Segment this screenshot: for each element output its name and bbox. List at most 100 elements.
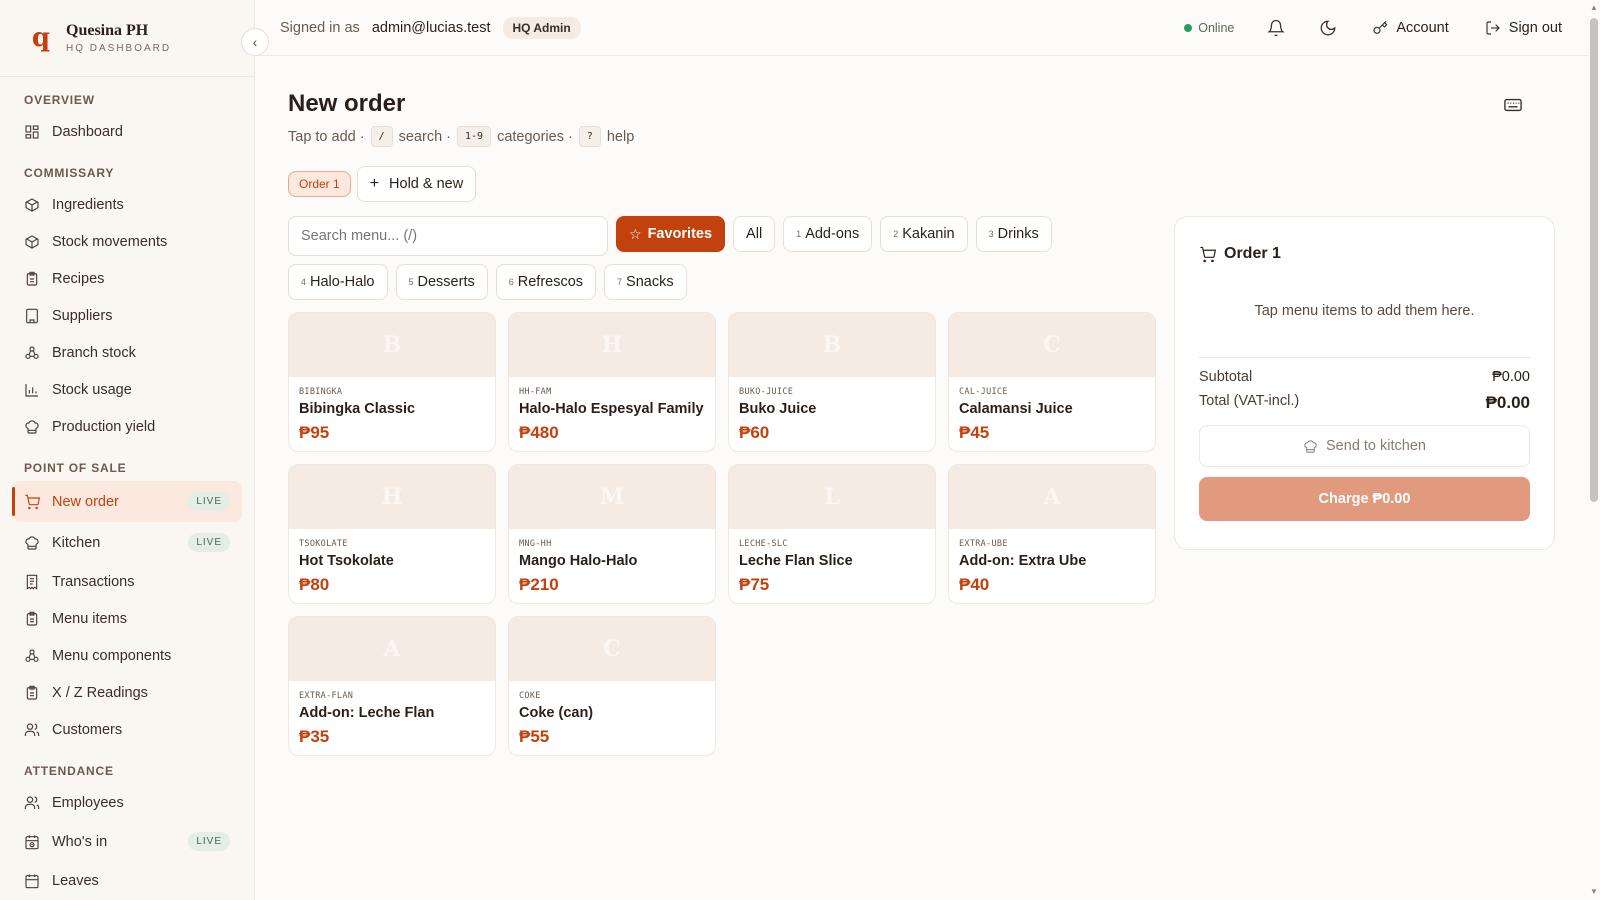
key-icon [1373,20,1388,34]
menu-item-card[interactable]: A EXTRA-UBE Add-on: Extra Ube ₱40 [948,464,1156,604]
charge-button[interactable]: Charge ₱0.00 [1199,477,1530,521]
chef-hat-icon [24,419,40,435]
menu-item-card[interactable]: C CAL-JUICE Calamansi Juice ₱45 [948,312,1156,452]
category-kakanin[interactable]: 2 Kakanin [880,216,968,252]
sidebar-item-stock-movements[interactable]: Stock movements [12,223,242,260]
menu-item-card[interactable]: M MNG-HH Mango Halo-Halo ₱210 [508,464,716,604]
menu-item-name: Leche Flan Slice [739,553,853,569]
branch-icon [24,648,40,664]
menu-item-image-placeholder: C [509,617,715,681]
order-panel-title: Order 1 [1224,245,1281,262]
sidebar-item-leaves[interactable]: Leaves [12,862,242,899]
sidebar-item-dashboard[interactable]: Dashboard [12,113,242,150]
sidebar-item-label: Suppliers [52,307,113,324]
hold-and-new-label: Hold & new [389,176,464,192]
receipt-icon [24,574,40,590]
chef-hat-icon [1304,439,1317,453]
account-link[interactable]: Account [1372,20,1449,36]
divider [1199,357,1530,358]
order-panel: Order 1 Tap menu items to add them here.… [1174,216,1555,550]
sidebar-item-who-s-in[interactable]: Who's in LIVE [12,821,242,862]
subtotal-row: Subtotal ₱0.00 [1199,369,1530,385]
nav-section-title: ATTENDANCE [24,764,114,778]
topbar: Signed in as admin@lucias.test HQ Admin … [256,0,1588,56]
kbd-help: ? [578,126,601,147]
live-badge: LIVE [188,832,230,851]
total-row: Total (VAT-incl.) ₱0.00 [1199,393,1530,413]
sign-out-link[interactable]: Sign out [1485,20,1562,36]
menu-item-image-placeholder: C [949,313,1155,377]
sidebar-item-label: Recipes [52,270,105,287]
sidebar-item-label: Transactions [52,573,135,590]
category-all-label: All [746,226,763,242]
sidebar-item-customers[interactable]: Customers [12,711,242,748]
collapse-sidebar-button[interactable]: ‹ [241,28,269,56]
menu-item-image-placeholder: B [729,313,935,377]
sidebar-item-label: Branch stock [52,344,136,361]
sidebar-item-employees[interactable]: Employees [12,784,242,821]
live-badge: LIVE [188,533,230,552]
menu-item-code: LECHE-SLC [739,539,788,549]
sidebar-item-recipes[interactable]: Recipes [12,260,242,297]
signed-in-label: Signed in as [280,19,360,36]
sidebar-item-production-yield[interactable]: Production yield [12,408,242,445]
chart-icon [24,382,40,398]
menu-item-card[interactable]: H TSOKOLATE Hot Tsokolate ₱80 [288,464,496,604]
category-shortcut: 5 [408,277,414,287]
category-label: Snacks [626,274,674,290]
moon-icon[interactable] [1318,18,1338,38]
category-halo-halo[interactable]: 4 Halo-Halo [288,264,388,300]
menu-item-name: Bibingka Classic [299,401,416,417]
search-input[interactable] [288,216,608,256]
category-label: Drinks [997,226,1039,242]
chef-hat-icon [24,535,40,551]
order-tabs: Order 1 + Hold & new [288,166,477,202]
send-to-kitchen-button[interactable]: Send to kitchen [1199,425,1530,467]
menu-item-card[interactable]: C COKE Coke (can) ₱55 [508,616,716,756]
sidebar-item-menu-items[interactable]: Menu items [12,600,242,637]
category-refrescos[interactable]: 6 Refrescos [495,264,597,300]
scroll-up-arrow[interactable]: ▲ [1590,4,1598,12]
subtotal-value: ₱0.00 [1492,369,1530,385]
sidebar-item-stock-usage[interactable]: Stock usage [12,371,242,408]
menu-item-card[interactable]: H HH-FAM Halo-Halo Espesyal Family ₱480 [508,312,716,452]
sidebar-item-new-order[interactable]: New order LIVE [12,481,242,522]
sidebar-item-branch-stock[interactable]: Branch stock [12,334,242,371]
category-drinks[interactable]: 3 Drinks [975,216,1052,252]
sidebar-item-label: Who's in [52,833,108,850]
menu-item-name: Calamansi Juice [959,401,1073,417]
nav-section-title: COMMISSARY [24,166,115,180]
keyboard-icon[interactable] [1504,98,1522,112]
sidebar-item-label: Stock movements [52,233,168,250]
sidebar-item-label: Ingredients [52,196,124,213]
scrollbar-thumb[interactable] [1590,18,1598,502]
category-all[interactable]: All [733,216,776,252]
sidebar-item-suppliers[interactable]: Suppliers [12,297,242,334]
menu-item-card[interactable]: L LECHE-SLC Leche Flan Slice ₱75 [728,464,936,604]
scrollbar[interactable]: ▲ ▼ [1588,0,1600,900]
category-add-ons[interactable]: 1 Add-ons [783,216,873,252]
brand-subtitle: HQ DASHBOARD [66,43,172,54]
menu-item-card[interactable]: B BIBINGKA Bibingka Classic ₱95 [288,312,496,452]
plus-icon: + [369,175,380,192]
clipboard-icon [24,685,40,701]
menu-item-price: ₱75 [739,575,770,594]
menu-item-name: Coke (can) [519,705,594,721]
category-snacks[interactable]: 7 Snacks [604,264,687,300]
category-desserts[interactable]: 5 Desserts [395,264,488,300]
menu-item-card[interactable]: A EXTRA-FLAN Add-on: Leche Flan ₱35 [288,616,496,756]
scroll-down-arrow[interactable]: ▼ [1590,888,1598,896]
sidebar-item-x-z-readings[interactable]: X / Z Readings [12,674,242,711]
sidebar-item-kitchen[interactable]: Kitchen LIVE [12,522,242,563]
hold-and-new-button[interactable]: + Hold & new [356,166,477,202]
category-shortcut: 3 [988,229,994,239]
bell-icon[interactable] [1266,18,1286,38]
sidebar-item-menu-components[interactable]: Menu components [12,637,242,674]
sidebar-item-ingredients[interactable]: Ingredients [12,186,242,223]
tab-order-1[interactable]: Order 1 [288,171,351,197]
menu-item-card[interactable]: B BUKO-JUICE Buko Juice ₱60 [728,312,936,452]
sidebar-item-transactions[interactable]: Transactions [12,563,242,600]
box-icon [24,234,40,250]
clipboard-icon [24,271,40,287]
category-favorites[interactable]: ☆ Favorites [616,216,726,252]
